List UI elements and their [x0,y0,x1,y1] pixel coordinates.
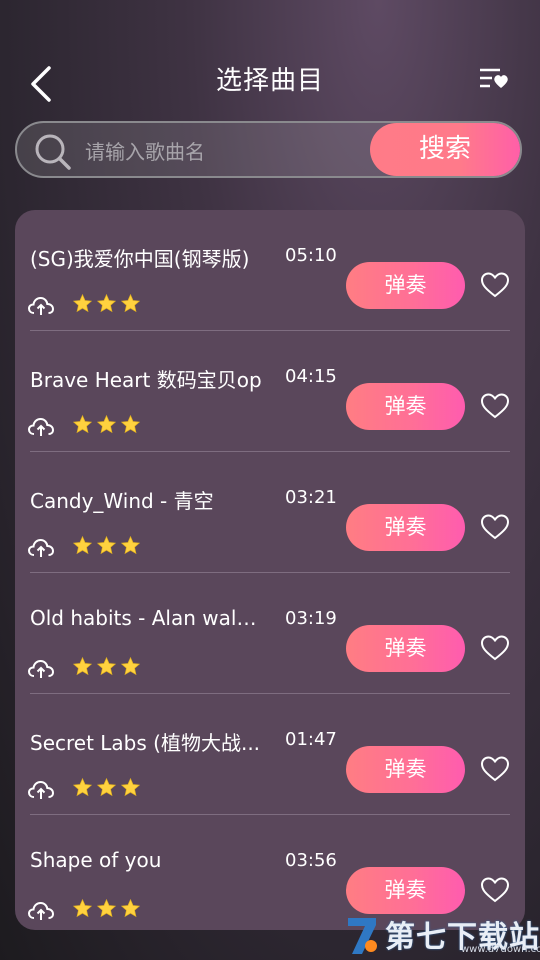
song-name: Old habits - Alan walker [30,606,265,630]
star-icon [96,656,117,676]
song-name: Shape of you [30,848,162,872]
heart-icon[interactable] [480,755,510,783]
play-button[interactable]: 弹奏 [346,262,465,309]
difficulty-stars [72,414,141,436]
star-icon [120,535,141,555]
song-list: (SG)我爱你中国(钢琴版) 05:10 弹奏 Brave Heart 数码宝贝op 0… [15,210,525,930]
play-button[interactable]: 弹奏 [346,625,465,672]
star-icon [72,535,93,555]
play-button[interactable]: 弹奏 [346,867,465,914]
play-button[interactable]: 弹奏 [346,504,465,551]
song-name: Candy_Wind - 青空 [30,489,214,513]
search-button[interactable]: 搜索 [370,123,520,176]
favorites-list-button[interactable] [474,62,514,98]
song-duration: 01:47 [285,729,337,750]
song-duration: 03:21 [285,487,337,508]
cloud-download-icon[interactable] [27,294,55,318]
song-row[interactable]: Candy_Wind - 青空 03:21 弹奏 [15,452,525,573]
song-name: Secret Labs (植物大战... [30,731,261,755]
play-button[interactable]: 弹奏 [346,746,465,793]
star-icon [96,898,117,918]
star-icon [120,656,141,676]
difficulty-stars [72,777,141,799]
song-duration: 05:10 [285,245,337,266]
cloud-download-icon[interactable] [27,778,55,802]
header-bar: 选择曲目 [0,0,540,120]
page-title: 选择曲目 [215,66,324,96]
cloud-download-icon[interactable] [27,415,55,439]
song-duration: 04:15 [285,366,337,387]
heart-icon[interactable] [480,876,510,904]
star-icon [72,656,93,676]
star-icon [96,535,117,555]
watermark-logo-icon [348,918,377,954]
favorites-list-icon [480,68,508,88]
watermark: 第七下载站 www.d7down.com [345,910,540,960]
heart-icon[interactable] [480,271,510,299]
song-row[interactable]: (SG)我爱你中国(钢琴版) 05:10 弹奏 [15,210,525,331]
song-duration: 03:56 [285,850,337,871]
star-icon [120,293,141,313]
watermark-url: www.d7down.com [461,944,540,955]
cloud-download-icon[interactable] [27,657,55,681]
star-icon [120,898,141,918]
heart-icon[interactable] [480,392,510,420]
song-name: Brave Heart 数码宝贝op [30,368,262,392]
difficulty-stars [72,293,141,315]
star-icon [72,777,93,797]
star-icon [72,293,93,313]
play-button[interactable]: 弹奏 [346,383,465,430]
search-bar: 搜索 [15,121,522,178]
cloud-download-icon[interactable] [27,536,55,560]
song-row[interactable]: Old habits - Alan walker 03:19 弹奏 [15,573,525,694]
difficulty-stars [72,898,141,920]
song-duration: 03:19 [285,608,337,629]
star-icon [72,898,93,918]
heart-icon[interactable] [480,634,510,662]
star-icon [96,293,117,313]
star-icon [96,777,117,797]
star-icon [120,777,141,797]
cloud-download-icon[interactable] [27,899,55,923]
difficulty-stars [72,535,141,557]
song-row[interactable]: Secret Labs (植物大战... 01:47 弹奏 [15,694,525,815]
star-icon [96,414,117,434]
heart-icon[interactable] [480,513,510,541]
song-name: (SG)我爱你中国(钢琴版) [30,247,250,271]
difficulty-stars [72,656,141,678]
song-row[interactable]: Brave Heart 数码宝贝op 04:15 弹奏 [15,331,525,452]
search-icon [35,134,71,170]
star-icon [72,414,93,434]
star-icon [120,414,141,434]
search-input[interactable] [83,133,372,171]
